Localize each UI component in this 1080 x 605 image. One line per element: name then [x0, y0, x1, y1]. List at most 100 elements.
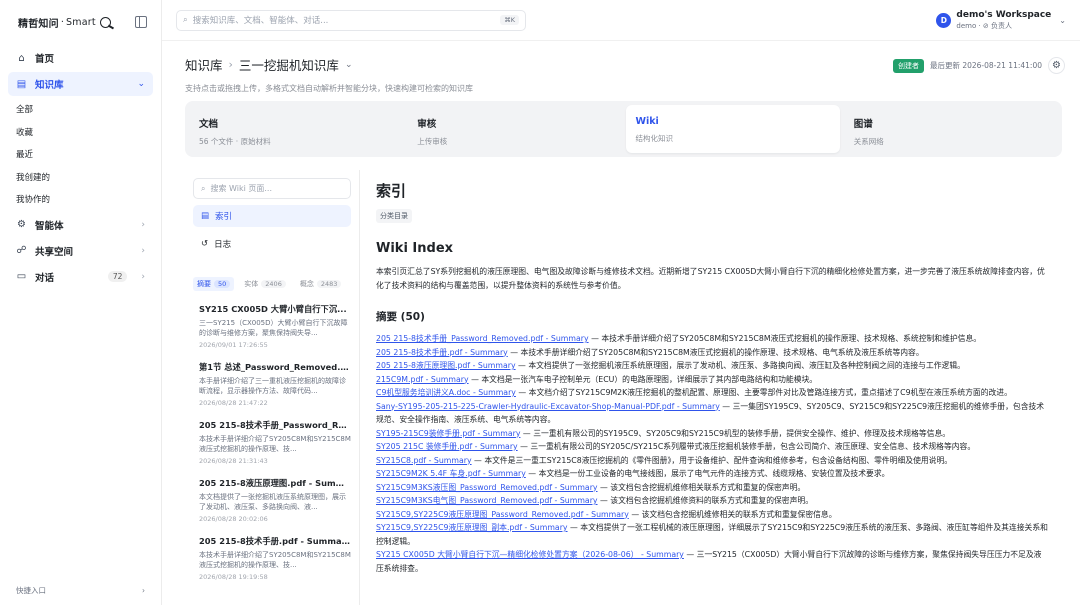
tab-graph[interactable]: 图谱 关系网络 — [844, 105, 1058, 153]
wiki-nav-log[interactable]: ↺ 日志 — [193, 233, 351, 255]
list-item: SY215C9M3KS电气图_Password_Removed.pdf - Su… — [376, 494, 1048, 508]
workspace-switcher[interactable]: D demo's Workspace demo · ⊘ 负责人 ⌄ — [936, 10, 1066, 31]
workspace-role: demo · ⊘ 负责人 — [956, 21, 1013, 30]
list-item: SY215C9M2K 5.4F 车身.pdf - Summary — 本文档是一… — [376, 467, 1048, 481]
summary-link-desc: — 该文档包含挖掘机维修资料的联系方式和重复的保密声明。 — [597, 496, 813, 505]
list-item[interactable]: 第1节 总述_Password_Removed.pdf... 本手册详细介绍了三… — [199, 361, 351, 407]
logo-en: Smart — [66, 16, 96, 28]
sidebar-sub-created-by-me[interactable]: 我创建的 — [0, 166, 161, 189]
sidebar: 精哲知问 · Smart ⌂ 首页 ▤ 知识库 ⌄ 全部 收藏 最近 我创建的 … — [0, 0, 162, 605]
summary-desc: 本技术手册详细介绍了SY205C8M和SY215C8M液压式挖掘机的操作原理、技… — [199, 551, 351, 569]
summary-link[interactable]: 205 215-8技术手册.pdf - Summary — [376, 348, 508, 357]
tab-documents[interactable]: 文档 56 个文件 · 原始材料 — [189, 105, 403, 153]
list-item[interactable]: 205 215-8技术手册_Password_Rem... 本技术手册详细介绍了… — [199, 419, 351, 465]
wiki-sidebar: ⌕ 搜索 Wiki 页面... ▤ 索引 ↺ 日志 摘要 50 实体 2406 … — [185, 170, 360, 605]
summary-date: 2026/08/28 19:19:58 — [199, 573, 268, 581]
summary-link[interactable]: SY215C9M3KS电气图_Password_Removed.pdf - Su… — [376, 496, 598, 505]
sidebar-item-knowledge-base[interactable]: ▤ 知识库 ⌄ — [8, 72, 153, 96]
stat-entities[interactable]: 实体 2406 — [240, 277, 290, 291]
summary-desc: 三一SY215（CX005D）大臂小臂自行下沉故障的诊断与维修方案，聚焦保持阀失… — [199, 319, 348, 337]
wiki-stats: 摘要 50 实体 2406 概念 2483 — [193, 277, 351, 291]
list-item: Sany-SY195-205-215-225-Crawler-Hydraulic… — [376, 400, 1048, 427]
list-item[interactable]: 205 215-8技术手册.pdf - Summary 本技术手册详细介绍了SY… — [199, 535, 351, 581]
summary-link[interactable]: 215C9M.pdf - Summary — [376, 375, 469, 384]
tab-title: 图谱 — [853, 119, 873, 130]
chat-count-badge: 72 — [107, 271, 128, 282]
chevron-right-icon: › — [141, 245, 145, 256]
chevron-right-icon: › — [141, 271, 145, 282]
summary-link[interactable]: C9机型服务培训讲义A.doc - Summary — [376, 388, 516, 397]
quick-entry[interactable]: 快捷入口 › — [0, 581, 161, 599]
list-item[interactable]: SY215 CX005D 大臂小臂自行下沉... 三一SY215（CX005D）… — [199, 303, 351, 349]
home-icon: ⌂ — [18, 52, 25, 64]
summary-link[interactable]: SY215C9M2K 5.4F 车身.pdf - Summary — [376, 469, 526, 478]
wiki-nav-label: 索引 — [215, 212, 233, 222]
summary-link-desc: — 本技术手册详细介绍了SY205C8M和SY215C8M液压式挖掘机的操作原理… — [588, 334, 982, 343]
list-icon: ▤ — [201, 211, 210, 221]
stat-concepts[interactable]: 概念 2483 — [296, 277, 346, 291]
search-icon: ⌕ — [201, 183, 206, 193]
settings-gear-icon[interactable]: ⚙ — [1048, 57, 1065, 74]
summary-link[interactable]: 205 215-8技术手册_Password_Removed.pdf - Sum… — [376, 334, 589, 343]
tab-subtitle: 关系网络 — [853, 137, 884, 146]
list-item: SY205 215C 装修手册.pdf - Summary — 三一重机有限公司… — [376, 440, 1048, 454]
breadcrumb-current[interactable]: 三一挖掘机知识库 — [239, 55, 339, 74]
summary-title: 205 215-8技术手册.pdf - Summary — [199, 536, 351, 546]
tab-title: Wiki — [635, 116, 659, 127]
list-item[interactable]: 205 215-8液压原理图.pdf - Summary 本文档提供了一张挖掘机… — [199, 477, 351, 523]
sidebar-sub-favorites[interactable]: 收藏 — [0, 121, 161, 144]
summary-link-desc: — 本文档是一份工业设备的电气接线图，展示了电气元件的连接方式、线缆规格、安装位… — [525, 469, 890, 478]
list-item: SY215C8.pdf - Summary — 本文件是三一重工SY215C8液… — [376, 454, 1048, 468]
summary-link-desc: — 本文档是一张汽车电子控制单元（ECU）的电路原理图，详细展示了其内部电路结构… — [468, 374, 818, 384]
summary-desc: 本手册详细介绍了三一重机液压挖掘机的故障诊断流程，显示器操作方法、故障代码... — [199, 377, 346, 395]
search-placeholder: 搜索知识库、文档、智能体、对话... — [192, 16, 329, 26]
avatar: D — [936, 12, 952, 28]
logo-cn: 精哲知问 — [18, 18, 59, 30]
summary-link[interactable]: SY215C8.pdf - Summary — [376, 456, 472, 465]
wiki-content: 索引 分类目录 Wiki Index 本索引页汇总了SY系列挖掘机的液压原理图、… — [376, 180, 1048, 605]
sidebar-item-home[interactable]: ⌂ 首页 — [8, 46, 153, 70]
sidebar-sub-collaborated[interactable]: 我协作的 — [0, 188, 161, 211]
quick-entry-label: 快捷入口 — [16, 585, 46, 595]
sidebar-item-chat[interactable]: ▭ 对话 72 › — [8, 265, 153, 289]
sidebar-item-shared-space[interactable]: ☍ 共享空间 › — [8, 239, 153, 263]
page-subtitle: 支持点击或拖拽上传，多格式文档自动解析并智能分块，快速构建可检索的知识库 — [185, 84, 473, 93]
wiki-search-input[interactable]: ⌕ 搜索 Wiki 页面... — [193, 178, 351, 199]
summary-link[interactable]: SY215C9,SY225C9液压原理图_副本.pdf - Summary — [376, 523, 568, 532]
logo-sep: · — [60, 16, 65, 28]
summary-link[interactable]: SY215C9,SY225C9液压原理图_Password_Removed.pd… — [376, 510, 629, 519]
list-item: SY195-215C9装修手册.pdf - Summary — 三一重机有限公司… — [376, 427, 1048, 441]
breadcrumb-root[interactable]: 知识库 — [185, 55, 223, 74]
stat-label: 实体 — [244, 280, 259, 288]
tab-wiki[interactable]: Wiki 结构化知识 — [625, 105, 840, 153]
summary-link-desc: — 本文件是三一重工SY215C8液压挖掘机的《零件图册》，用于设备维护、配件查… — [471, 455, 953, 465]
sidebar-item-label: 智能体 — [35, 220, 64, 232]
logo-row: 精哲知问 · Smart — [0, 0, 161, 44]
summary-link[interactable]: SY205 215C 装修手册.pdf - Summary — [376, 442, 518, 451]
tab-subtitle: 上传审核 — [417, 137, 448, 146]
global-search-input[interactable]: ⌕ 搜索知识库、文档、智能体、对话... ⌘K — [176, 9, 526, 31]
app-logo[interactable]: 精哲知问 · Smart — [18, 15, 111, 30]
page-header: 知识库 › 三一挖掘机知识库 ⌄ 支持点击或拖拽上传，多格式文档自动解析并智能分… — [185, 55, 1065, 94]
summary-link[interactable]: SY215C9M3KS液压图_Password_Removed.pdf - Su… — [376, 483, 598, 492]
chevron-down-icon[interactable]: ⌄ — [345, 60, 353, 70]
workspace-name: demo's Workspace — [956, 9, 1052, 20]
summary-link[interactable]: 205 215-8液压原理图.pdf - Summary — [376, 361, 516, 370]
list-item: SY215C9,SY225C9液压原理图_副本.pdf - Summary — … — [376, 521, 1048, 548]
wiki-index-heading: Wiki Index — [376, 241, 454, 256]
sidebar-collapse-icon[interactable] — [135, 16, 147, 28]
stat-summaries[interactable]: 摘要 50 — [193, 277, 235, 291]
tab-review[interactable]: 审核 上传审核 — [407, 105, 621, 153]
chevron-right-icon: › — [228, 58, 233, 71]
list-item: SY215C9M3KS液压图_Password_Removed.pdf - Su… — [376, 481, 1048, 495]
chat-icon: ▭ — [16, 271, 27, 282]
sidebar-sub-all[interactable]: 全部 — [0, 98, 161, 121]
wiki-search-placeholder: 搜索 Wiki 页面... — [210, 184, 273, 193]
summary-link[interactable]: SY215 CX005D 大臂小臂自行下沉—精细化检修处置方案（2026-08-… — [376, 550, 684, 559]
sidebar-sub-recent[interactable]: 最近 — [0, 143, 161, 166]
wiki-nav-index[interactable]: ▤ 索引 — [193, 205, 351, 227]
summary-link[interactable]: Sany-SY195-205-215-225-Crawler-Hydraulic… — [376, 402, 720, 411]
sidebar-item-agents[interactable]: ⚙ 智能体 › — [8, 213, 153, 237]
list-item: 205 215-8技术手册.pdf - Summary — 本技术手册详细介绍了… — [376, 346, 1048, 360]
summary-link[interactable]: SY195-215C9装修手册.pdf - Summary — [376, 429, 520, 438]
